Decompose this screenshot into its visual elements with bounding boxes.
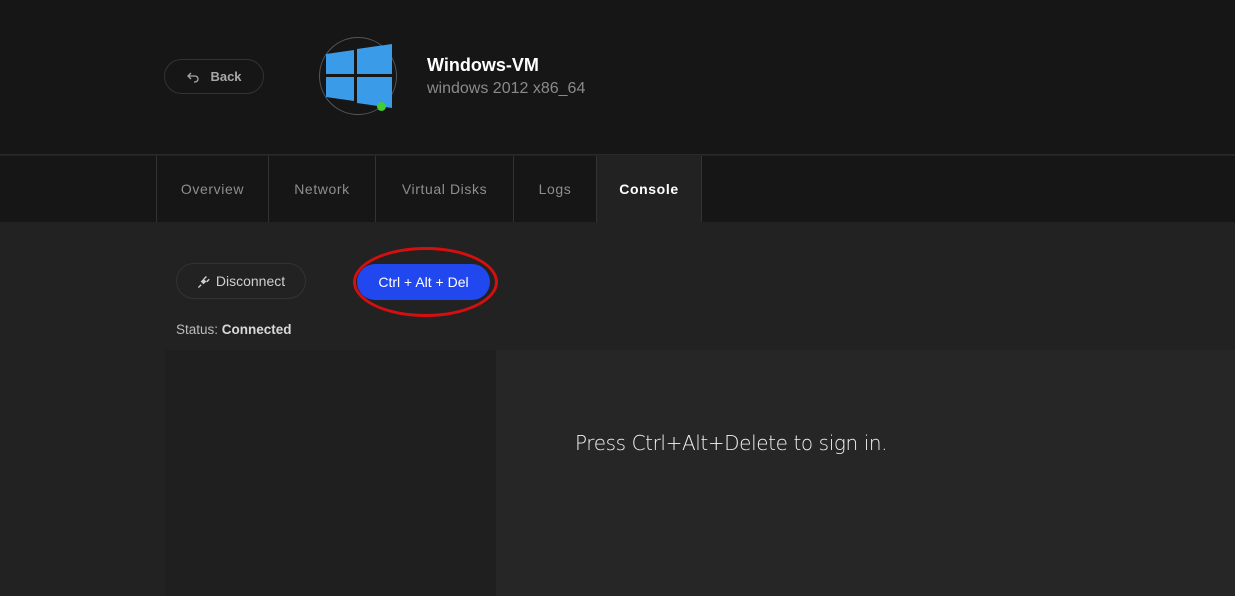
tab-overview[interactable]: Overview — [156, 156, 268, 222]
disconnect-label: Disconnect — [215, 273, 286, 289]
status-value: Connected — [221, 322, 292, 337]
vm-name: Windows-VM — [427, 55, 539, 75]
signin-message: Press Ctrl+Alt+Delete to sign in. — [575, 431, 888, 455]
vm-header: Back Windows-VM windows 2012 x86_64 — [0, 0, 1235, 155]
online-status-dot — [377, 102, 386, 111]
ctrl-alt-del-button[interactable]: Ctrl + Alt + Del — [357, 264, 490, 300]
connection-status: Status: Connected — [176, 322, 292, 337]
unplug-icon — [197, 275, 210, 288]
vm-avatar — [319, 37, 397, 115]
disconnect-button[interactable]: Disconnect — [176, 263, 306, 299]
windows-logo-icon — [326, 44, 392, 108]
back-label: Back — [210, 69, 242, 84]
console-right-panel: Press Ctrl+Alt+Delete to sign in. — [496, 350, 1235, 596]
tab-console[interactable]: Console — [596, 156, 702, 222]
vnc-console-screen[interactable]: Press Ctrl+Alt+Delete to sign in. — [165, 350, 1235, 596]
tab-network[interactable]: Network — [268, 156, 375, 222]
console-left-panel — [165, 350, 496, 596]
tab-virtual-disks[interactable]: Virtual Disks — [375, 156, 513, 222]
tab-bar: Overview Network Virtual Disks Logs Cons… — [0, 156, 1235, 222]
tab-logs[interactable]: Logs — [513, 156, 596, 222]
back-button[interactable]: Back — [164, 59, 264, 94]
back-arrow-icon — [187, 72, 200, 83]
vm-os: windows 2012 x86_64 — [427, 80, 586, 97]
status-label: Status: — [176, 322, 219, 337]
